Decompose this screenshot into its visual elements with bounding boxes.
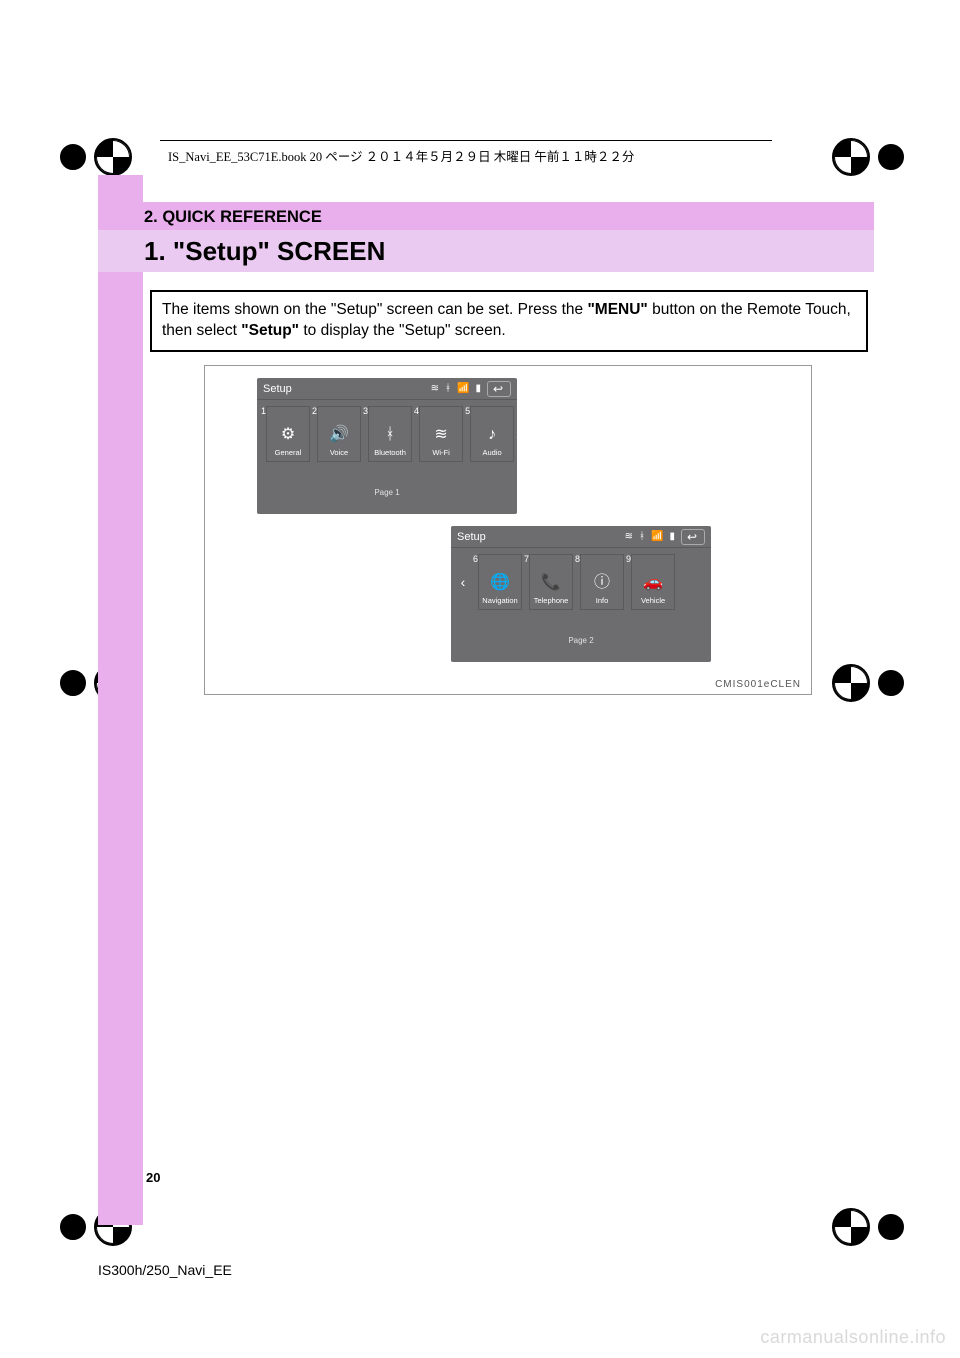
registration-mark [820,1204,900,1246]
setup-tile-info[interactable]: ⓘ Info [580,554,624,610]
setup-tile-general[interactable]: ⚙ General [266,406,310,462]
prev-page-arrow[interactable]: ‹ [455,556,471,608]
status-icons: ≋ ᚼ 📶 ▮ ↩ [625,529,705,545]
screen-title: Setup [263,383,292,395]
print-header-rule [160,140,772,141]
tile-label: Voice [330,448,348,457]
note-icon: ♪ [482,425,502,445]
setup-screen-page2: Setup ≋ ᚼ 📶 ▮ ↩ ‹ 6 🌐 Navigation 7 📞 Tel… [451,526,711,662]
signal-status-icon: 📶 [457,383,471,394]
registration-mark [820,660,900,702]
next-page-arrow[interactable]: › [516,408,517,460]
tile-label: Info [596,596,609,605]
battery-status-icon: ▮ [669,531,677,542]
screen-header: Setup ≋ ᚼ 📶 ▮ ↩ [451,526,711,548]
setup-tile-telephone[interactable]: 📞 Telephone [529,554,573,610]
tile-label: General [275,448,302,457]
page-indicator: Page 2 [451,636,711,645]
tile-label: Audio [482,448,501,457]
status-icons: ≋ ᚼ 📶 ▮ ↩ [431,381,511,397]
wifi-icon: ≋ [431,425,451,445]
bluetooth-icon: ᚼ [380,425,400,445]
page-number: 20 [146,1170,160,1185]
tile-label: Navigation [482,596,517,605]
page-indicator: Page 1 [257,488,517,497]
tile-row: 1 ⚙ General 2 🔊 Voice 3 ᚼ Bluetooth 4 ≋ [257,400,517,464]
wifi-status-icon: ≋ [431,383,441,394]
section-heading: 2. QUICK REFERENCE [98,202,874,230]
chapter-color-bar [98,175,143,1225]
intro-text: The items shown on the "Setup" screen ca… [162,301,587,318]
wifi-status-icon: ≋ [625,531,635,542]
battery-status-icon: ▮ [475,383,483,394]
tile-row: ‹ 6 🌐 Navigation 7 📞 Telephone 8 ⓘ Info … [451,548,711,612]
tile-label: Telephone [534,596,569,605]
figure-frame: Setup ≋ ᚼ 📶 ▮ ↩ 1 ⚙ General 2 🔊 Voice 3 [204,365,812,695]
globe-icon: 🌐 [490,573,510,593]
setup-tile-voice[interactable]: 🔊 Voice [317,406,361,462]
intro-bold-menu: "MENU" [587,301,647,318]
page-title: 1. "Setup" SCREEN [98,230,874,272]
intro-text: to display the "Setup" screen. [299,322,506,339]
figure-code: CMIS001eCLEN [715,679,801,690]
registration-mark [820,134,900,176]
setup-screen-page1: Setup ≋ ᚼ 📶 ▮ ↩ 1 ⚙ General 2 🔊 Voice 3 [257,378,517,514]
setup-tile-vehicle[interactable]: 🚗 Vehicle [631,554,675,610]
back-button[interactable]: ↩ [681,529,705,545]
screen-title: Setup [457,531,486,543]
setup-tile-bluetooth[interactable]: ᚼ Bluetooth [368,406,412,462]
tile-label: Bluetooth [374,448,406,457]
gear-icon: ⚙ [278,425,298,445]
signal-status-icon: 📶 [651,531,665,542]
screen-header: Setup ≋ ᚼ 📶 ▮ ↩ [257,378,517,400]
setup-tile-audio[interactable]: ♪ Audio [470,406,514,462]
setup-tile-wifi[interactable]: ≋ Wi-Fi [419,406,463,462]
print-header-text: IS_Navi_EE_53C71E.book 20 ページ ２０１４年５月２９日… [168,146,634,165]
registration-mark [60,134,140,176]
watermark: carmanualsonline.info [760,1327,946,1348]
tile-label: Wi-Fi [432,448,450,457]
tile-label: Vehicle [641,596,665,605]
intro-bold-setup: "Setup" [241,322,299,339]
setup-tile-navigation[interactable]: 🌐 Navigation [478,554,522,610]
bluetooth-status-icon: ᚼ [639,531,647,542]
speaker-icon: 🔊 [329,425,349,445]
back-button[interactable]: ↩ [487,381,511,397]
intro-box: The items shown on the "Setup" screen ca… [150,290,868,352]
car-icon: 🚗 [643,573,663,593]
book-id: IS300h/250_Navi_EE [98,1262,232,1278]
phone-icon: 📞 [541,573,561,593]
info-icon: ⓘ [592,573,612,593]
bluetooth-status-icon: ᚼ [445,383,453,394]
